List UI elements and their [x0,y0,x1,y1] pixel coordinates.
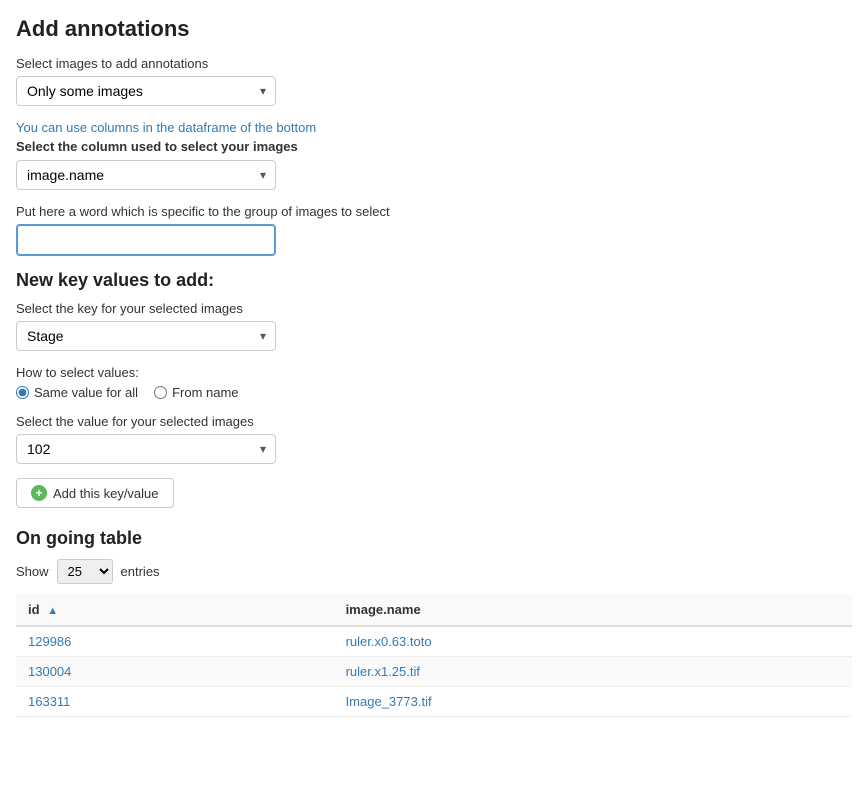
select-images-section: Select images to add annotations Only so… [16,56,852,106]
value-select-wrapper: 102101103 [16,434,276,464]
table-header: id ▲ image.name [16,594,852,626]
table-cell-id[interactable]: 130004 [16,657,334,687]
ongoing-section: On going table Show 102550100 entries id… [16,528,852,717]
column-select-wrapper: image.nameidstage [16,160,276,190]
add-key-value-button[interactable]: + Add this key/value [16,478,174,508]
ongoing-table: id ▲ image.name 129986ruler.x0.63.toto13… [16,594,852,717]
col-image-name: image.name [334,594,852,626]
value-select-label: Select the value for your selected image… [16,414,852,429]
radio-same-value-label[interactable]: Same value for all [16,385,138,400]
col-id-label: id [28,602,40,617]
select-images-dropdown[interactable]: Only some imagesAll images [16,76,276,106]
add-icon: + [31,485,47,501]
how-to-select-section: How to select values: Same value for all… [16,365,852,400]
key-select-wrapper: StageCategoryLabel [16,321,276,351]
col-image-name-label: image.name [346,602,421,617]
key-select-label: Select the key for your selected images [16,301,852,316]
ongoing-table-title: On going table [16,528,852,549]
show-entries-row: Show 102550100 entries [16,559,852,584]
select-images-label: Select images to add annotations [16,56,852,71]
table-row: 130004ruler.x1.25.tif [16,657,852,687]
col-id[interactable]: id ▲ [16,594,334,626]
how-to-select-label: How to select values: [16,365,852,380]
value-select-dropdown[interactable]: 102101103 [16,434,276,464]
table-cell-id[interactable]: 129986 [16,626,334,657]
page-title: Add annotations [16,16,852,42]
column-select-label: Select the column used to select your im… [16,139,852,154]
table-row: 163311Image_3773.tif [16,687,852,717]
add-button-section: + Add this key/value [16,478,852,508]
word-filter-section: Put here a word which is specific to the… [16,204,852,256]
column-select-dropdown[interactable]: image.nameidstage [16,160,276,190]
sort-asc-icon: ▲ [47,605,58,617]
table-cell-id[interactable]: 163311 [16,687,334,717]
radio-from-name-label[interactable]: From name [154,385,238,400]
show-label: Show [16,564,49,579]
key-select-dropdown[interactable]: StageCategoryLabel [16,321,276,351]
radio-same-value-text: Same value for all [34,385,138,400]
key-select-section: Select the key for your selected images … [16,301,852,351]
table-cell-image-name: ruler.x0.63.toto [334,626,852,657]
radio-from-name[interactable] [154,386,167,399]
entries-label: entries [121,564,160,579]
table-header-row: id ▲ image.name [16,594,852,626]
radio-group: Same value for all From name [16,385,852,400]
table-row: 129986ruler.x0.63.toto [16,626,852,657]
radio-from-name-text: From name [172,385,238,400]
select-images-wrapper: Only some imagesAll images [16,76,276,106]
table-cell-image-name: ruler.x1.25.tif [334,657,852,687]
value-select-section: Select the value for your selected image… [16,414,852,464]
info-text: You can use columns in the dataframe of … [16,120,852,135]
table-cell-image-name: Image_3773.tif [334,687,852,717]
entries-per-page-select[interactable]: 102550100 [57,559,113,584]
info-section: You can use columns in the dataframe of … [16,120,852,190]
word-filter-input[interactable] [16,224,276,256]
add-button-label: Add this key/value [53,486,159,501]
radio-same-value[interactable] [16,386,29,399]
table-body: 129986ruler.x0.63.toto130004ruler.x1.25.… [16,626,852,717]
word-filter-label: Put here a word which is specific to the… [16,204,852,219]
new-key-values-title: New key values to add: [16,270,852,291]
